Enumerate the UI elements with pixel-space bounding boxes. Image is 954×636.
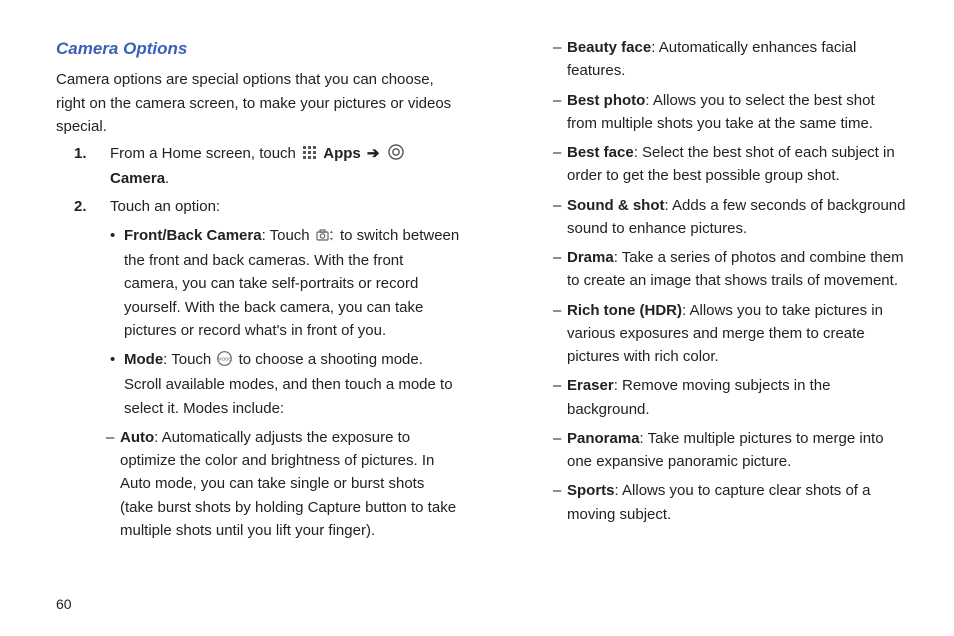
step-2-text: Touch an option: (110, 198, 220, 215)
mode-item: –Beauty face: Automatically enhances fac… (553, 36, 908, 83)
dash-mark: – (106, 426, 120, 542)
page: Camera Options Camera options are specia… (0, 0, 954, 636)
step-2: 2. Touch an option: • Front/Back Camera:… (56, 195, 461, 420)
mode-item-label: Sound & shot (567, 197, 665, 214)
bullet-frontback: • Front/Back Camera: Touch to switch bet… (110, 224, 461, 342)
mode-item: –Rich tone (HDR): Allows you to take pic… (553, 299, 908, 369)
mode-item-body: Sports: Allows you to capture clear shot… (567, 479, 908, 526)
dash-mark: – (553, 36, 567, 83)
mode-item-label: Beauty face (567, 39, 651, 56)
switch-camera-icon (316, 226, 334, 249)
step-1: 1. From a Home screen, touch Apps ➔ Came… (56, 142, 461, 191)
mode-icon: MODE (217, 350, 232, 373)
mode-item-text: : Take a series of photos and combine th… (567, 249, 904, 289)
mode-item-label: Panorama (567, 430, 640, 447)
mode-item-body: Rich tone (HDR): Allows you to take pict… (567, 299, 908, 369)
bullet-mark: • (110, 348, 124, 420)
intro-paragraph: Camera options are special options that … (56, 68, 461, 138)
mode-item-label: Drama (567, 249, 614, 266)
apps-label: Apps (323, 145, 361, 162)
mode-item: –Sports: Allows you to capture clear sho… (553, 479, 908, 526)
section-title: Camera Options (56, 36, 461, 62)
mode-item-body: Drama: Take a series of photos and combi… (567, 246, 908, 293)
step-1-number: 1. (56, 142, 110, 191)
mode-item: –Auto: Automatically adjusts the exposur… (106, 426, 461, 542)
dash-mark: – (553, 194, 567, 241)
svg-text:MODE: MODE (218, 357, 232, 362)
camera-icon (388, 144, 404, 167)
mode-item-body: Panorama: Take multiple pictures to merg… (567, 427, 908, 474)
mode-item-body: Best face: Select the best shot of each … (567, 141, 908, 188)
mode-item-label: Eraser (567, 377, 614, 394)
mode-item: –Sound & shot: Adds a few seconds of bac… (553, 194, 908, 241)
frontback-label: Front/Back Camera (124, 227, 262, 244)
dash-mark: – (553, 141, 567, 188)
content-columns: Camera Options Camera options are specia… (56, 36, 908, 566)
mode-item-body: Best photo: Allows you to select the bes… (567, 89, 908, 136)
step-1-period: . (165, 170, 169, 187)
step-2-body: Touch an option: • Front/Back Camera: To… (110, 195, 461, 420)
mode-item: –Best photo: Allows you to select the be… (553, 89, 908, 136)
frontback-pre: : Touch (262, 227, 314, 244)
mode-item: –Panorama: Take multiple pictures to mer… (553, 427, 908, 474)
dash-mark: – (553, 479, 567, 526)
step-1-pre: From a Home screen, touch (110, 145, 300, 162)
camera-label: Camera (110, 170, 165, 187)
apps-icon (302, 144, 317, 167)
mode-item-label: Sports (567, 482, 615, 499)
mode-item-label: Auto (120, 429, 154, 446)
step-1-body: From a Home screen, touch Apps ➔ Camera. (110, 142, 461, 191)
mode-pre: : Touch (163, 351, 215, 368)
page-number: 60 (56, 596, 72, 612)
dash-mark: – (553, 427, 567, 474)
mode-item: –Drama: Take a series of photos and comb… (553, 246, 908, 293)
mode-label: Mode (124, 351, 163, 368)
bullet-mark: • (110, 224, 124, 342)
mode-item-body: Eraser: Remove moving subjects in the ba… (567, 374, 908, 421)
mode-item-label: Best face (567, 144, 634, 161)
dash-mark: – (553, 374, 567, 421)
mode-item-body: Beauty face: Automatically enhances faci… (567, 36, 908, 83)
dash-mark: – (553, 89, 567, 136)
mode-item-label: Best photo (567, 92, 645, 109)
dash-mark: – (553, 299, 567, 369)
mode-item-label: Rich tone (HDR) (567, 302, 682, 319)
mode-item-text: : Automatically adjusts the exposure to … (120, 429, 456, 539)
mode-item: –Best face: Select the best shot of each… (553, 141, 908, 188)
bullet-mode: • Mode: Touch MODE to choose a shooting … (110, 348, 461, 420)
dash-mark: – (553, 246, 567, 293)
arrow-icon: ➔ (367, 145, 380, 162)
bullet-body: Mode: Touch MODE to choose a shooting mo… (124, 348, 461, 420)
bullet-body: Front/Back Camera: Touch to switch betwe… (124, 224, 461, 342)
mode-item: –Eraser: Remove moving subjects in the b… (553, 374, 908, 421)
mode-item-body: Sound & shot: Adds a few seconds of back… (567, 194, 908, 241)
mode-item-body: Auto: Automatically adjusts the exposure… (120, 426, 461, 542)
step-2-number: 2. (56, 195, 110, 420)
